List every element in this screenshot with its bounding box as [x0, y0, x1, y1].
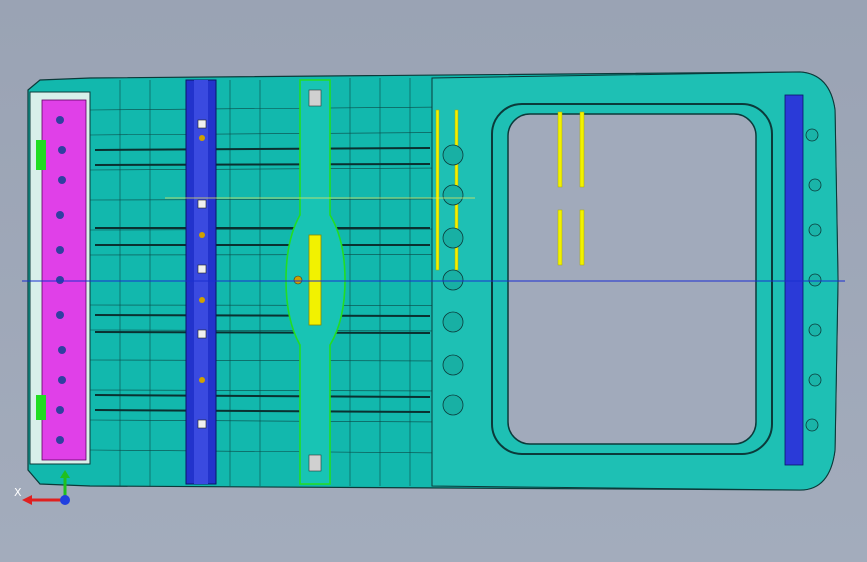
sunroof-opening[interactable] — [507, 113, 757, 445]
x-axis-arrow — [22, 495, 32, 505]
rear-header-part[interactable] — [29, 91, 91, 465]
front-blue-rail[interactable] — [784, 94, 804, 466]
y-axis-arrow — [60, 470, 70, 478]
axis-triad: X — [14, 470, 70, 505]
roof-panel-model[interactable] — [0, 0, 867, 562]
x-axis-label: X — [14, 486, 22, 499]
z-axis-dot — [60, 495, 70, 505]
cad-viewport[interactable]: X — [0, 0, 867, 562]
roof-bow-rail-blue[interactable] — [185, 79, 217, 485]
